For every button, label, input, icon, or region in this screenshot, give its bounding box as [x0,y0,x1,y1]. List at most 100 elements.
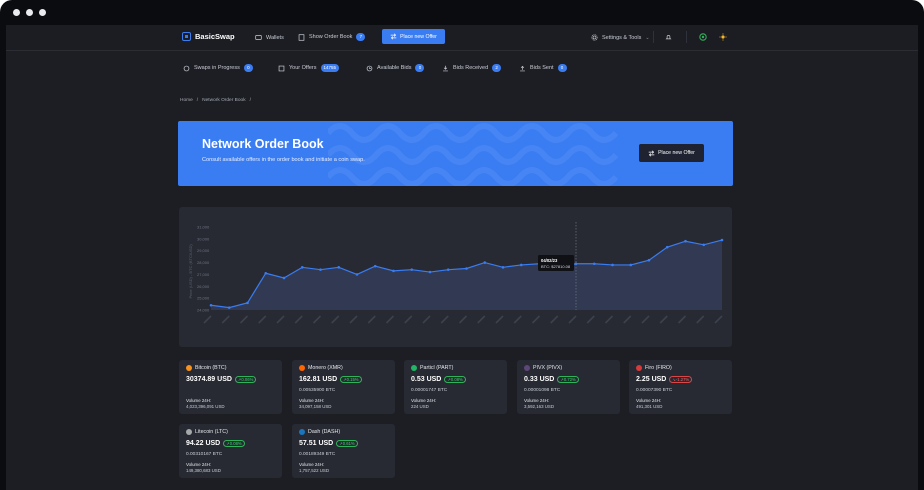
data-point[interactable] [319,268,322,271]
data-point[interactable] [246,301,249,305]
price-chart[interactable]: 24,000 25,000 26,000 27,000 28,000 29,000 30,0… [179,207,732,347]
x-tick-mark [495,315,504,324]
nav-settings-tools[interactable]: Settings & Tools ⌄ [591,34,650,41]
coin-card[interactable]: Firo (FIRO) 2.25 USD ↘-1.27% 0.00007390 BTC… [629,360,732,414]
data-point[interactable] [702,243,706,247]
download-icon [443,65,448,71]
data-point[interactable] [428,270,432,274]
brand-logo[interactable]: BasicSwap [182,32,235,41]
chevron-down-icon: ⌄ [645,34,650,41]
coin-volume-value: 491,301 USD [636,404,663,409]
data-point[interactable] [264,271,268,275]
x-tick-mark [458,315,468,324]
y-tick-label: 24,000 [197,308,210,313]
swaps-count-badge: 0 [243,64,253,72]
window-dot-maximize[interactable] [39,9,46,16]
y-axis-label: Price (USD) - BTC (BTC/USD) [188,244,193,299]
breadcrumb-separator: / [249,98,251,103]
data-point[interactable] [629,263,633,267]
coin-icon [411,365,417,371]
coin-card-header: Firo (FIRO) [636,365,672,371]
bell-icon[interactable] [665,34,672,41]
book-icon [298,33,305,41]
gear-icon [591,34,598,41]
nav-available-bids[interactable]: Available Bids 0 [366,64,425,72]
coin-card[interactable]: Monero (XMR) 162.81 USD ↗0.15% 0.00535900 B… [292,360,395,414]
swap-icon [390,33,397,40]
data-point[interactable] [465,267,468,270]
x-tick-mark [568,315,577,324]
available-bids-count-badge: 0 [415,64,425,72]
data-point[interactable] [684,239,687,243]
coin-change-badge: ↗0.08% [223,440,245,447]
coin-change-badge: ↗0.61% [336,440,358,447]
coin-card[interactable]: PIVX (PIVX) 0.33 USD ↗0.72% 0.00001098 BTC V… [517,360,620,414]
data-point[interactable] [337,266,341,269]
x-tick-mark [258,315,267,324]
data-point[interactable] [519,263,523,267]
sun-icon[interactable] [719,33,727,41]
data-point[interactable] [501,266,505,269]
data-point[interactable] [355,273,359,276]
coin-btc-price: 0.00001747 BTC [411,388,448,393]
nav-settings-label: Settings & Tools [602,34,642,41]
coin-card-header: Monero (XMR) [299,365,343,371]
data-point[interactable] [483,261,487,264]
nav-your-offers[interactable]: Your Offers 14755 [278,64,340,72]
data-point[interactable] [227,306,231,309]
tooltip-date: 04/02/23 [541,258,558,263]
coin-volume-label: Volume 24H: [524,398,550,403]
data-point[interactable] [300,266,304,269]
coin-change-badge: ↗0.72% [557,376,579,383]
coin-btc-price: 0.00001098 BTC [524,388,561,393]
nav-show-order-book[interactable]: Show Order Book 7 [298,33,366,41]
y-tick-label: 27,000 [197,272,210,277]
x-tick-mark [623,315,632,324]
chart-area [211,240,722,310]
coin-price-row: 94.22 USD ↗0.08% [186,440,245,447]
data-point[interactable] [720,238,724,242]
x-tick-mark [677,315,687,324]
coin-volume-value: 224 USD [411,404,429,409]
coin-price: 94.22 USD [186,440,221,447]
data-point[interactable] [373,264,377,268]
window-dot-close[interactable] [13,9,20,16]
breadcrumb-home[interactable]: Home [180,98,193,103]
coin-price-row: 0.33 USD ↗0.72% [524,376,579,383]
coin-card-header: Litecoin (LTC) [186,429,228,435]
coin-card[interactable]: Dash (DASH) 57.51 USD ↗0.61% 0.00189349 BTC… [292,424,395,478]
data-point[interactable] [665,245,669,249]
place-new-offer-button[interactable]: Place new Offer [382,29,445,44]
brand-name: BasicSwap [195,32,235,41]
data-point[interactable] [410,268,414,271]
coin-price: 0.53 USD [411,376,442,383]
data-point[interactable] [647,258,651,262]
coin-card-header: Particl (PART) [411,365,453,371]
coin-name: Monero (XMR) [308,365,343,371]
coin-card[interactable]: Particl (PART) 0.53 USD ↗0.08% 0.00001747 B… [404,360,507,414]
coin-card[interactable]: Litecoin (LTC) 94.22 USD ↗0.08% 0.00310167 … [179,424,282,478]
data-point[interactable] [592,262,596,266]
x-tick-mark [312,315,322,324]
data-point[interactable] [446,268,450,271]
app-viewport: BasicSwap Wallets Show Order Book 7 Plac… [6,25,918,490]
nav-bids-received[interactable]: Bids Received 2 [442,64,502,72]
data-point[interactable] [209,303,213,307]
hero-place-new-offer-button[interactable]: Place new Offer [639,144,704,162]
coin-volume-value: 149,380,683 USD [186,468,221,473]
coin-change-badge: ↘-1.27% [669,376,693,383]
breadcrumb-current[interactable]: Network Order Book [202,98,245,103]
coin-volume-label: Volume 24H: [299,462,325,467]
coin-card[interactable]: Bitcoin (BTC) 30374.89 USD ↗0.06% Volume 24… [179,360,282,414]
coin-change-badge: ↗0.08% [444,376,466,383]
nav-wallets[interactable]: Wallets [255,34,284,41]
nav-bids-sent[interactable]: Bids Sent 0 [519,64,567,72]
window-dot-minimize[interactable] [26,9,33,16]
x-tick-mark [714,315,723,324]
data-point[interactable] [392,269,395,273]
data-point[interactable] [611,263,614,267]
data-point[interactable] [282,276,286,280]
network-status-icon[interactable] [699,33,707,41]
nav-swaps-in-progress[interactable]: Swaps in Progress 0 [183,64,253,72]
coin-volume-label: Volume 24H: [186,462,212,467]
